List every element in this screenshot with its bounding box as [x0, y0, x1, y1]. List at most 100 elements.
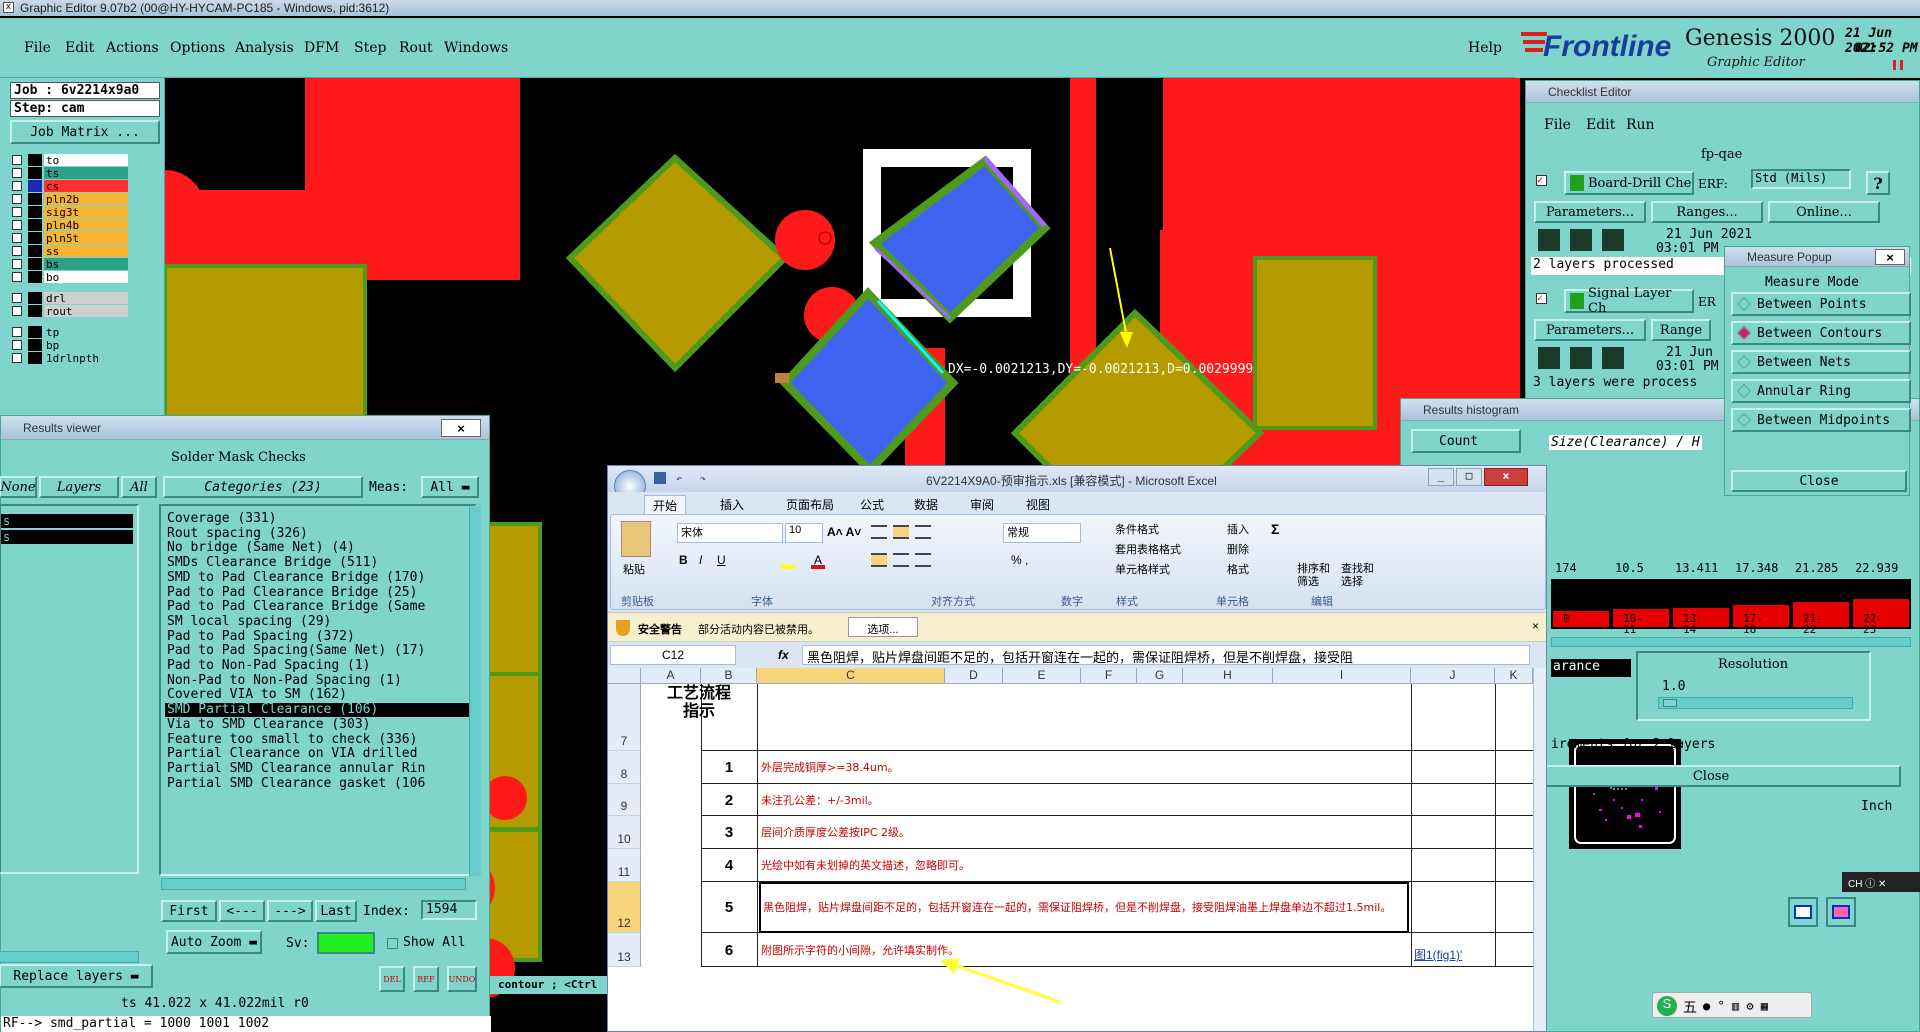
- category-item[interactable]: Covered VIA to SM (162): [165, 688, 475, 702]
- menu-file[interactable]: File: [24, 40, 51, 56]
- layer-row[interactable]: 1drlnpth: [12, 352, 128, 365]
- layer-checkbox[interactable]: [12, 181, 22, 191]
- row2-ranges[interactable]: Range: [1651, 319, 1711, 341]
- category-item[interactable]: Coverage (331): [165, 512, 475, 526]
- layer-row[interactable]: pln2b: [12, 193, 128, 206]
- name-box[interactable]: C12: [610, 645, 736, 665]
- checklist-menu-edit[interactable]: Edit: [1586, 117, 1615, 133]
- italic-button[interactable]: I: [699, 553, 702, 567]
- category-item[interactable]: SM local spacing (29): [165, 614, 475, 629]
- ribbon-tab[interactable]: 页面布局: [778, 495, 842, 514]
- row2-checkbox[interactable]: ✓: [1536, 293, 1547, 304]
- measure-mode-option[interactable]: Annular Ring: [1731, 379, 1911, 403]
- layer-row[interactable]: cs: [12, 180, 128, 193]
- replace-layers-button[interactable]: Replace layers ▬: [0, 964, 153, 988]
- layer-checkbox[interactable]: [12, 306, 22, 316]
- minimap[interactable]: [1569, 739, 1681, 849]
- layer-checkbox[interactable]: [12, 293, 22, 303]
- paste-icon[interactable]: [621, 521, 651, 557]
- cell-number[interactable]: 1: [701, 751, 757, 784]
- layer-active-indicator[interactable]: [28, 154, 42, 166]
- align-icons[interactable]: [871, 525, 981, 575]
- row-header[interactable]: 12: [608, 882, 641, 933]
- req-icons[interactable]: [1788, 897, 1868, 931]
- underline-button[interactable]: U: [717, 553, 726, 567]
- layer-name[interactable]: bp: [44, 339, 128, 352]
- layer-active-indicator[interactable]: [28, 352, 42, 364]
- category-item[interactable]: Non-Pad to Non-Pad Spacing (1): [165, 673, 475, 688]
- measure-mode-option[interactable]: Between Points: [1731, 292, 1911, 316]
- layer-name[interactable]: ss: [44, 245, 128, 258]
- layer-name[interactable]: pln4b: [44, 219, 128, 232]
- menu-edit[interactable]: Edit: [65, 40, 94, 56]
- layer-row[interactable]: ss: [12, 245, 128, 258]
- measure-mode-option[interactable]: Between Midpoints: [1731, 408, 1911, 432]
- layer-checkbox[interactable]: [12, 327, 22, 337]
- layers-button[interactable]: Layers: [39, 476, 119, 498]
- undo-button[interactable]: UNDO: [447, 966, 477, 992]
- row2-run-icons[interactable]: [1536, 345, 1632, 371]
- categories-button[interactable]: Categories (23): [163, 476, 363, 498]
- layer-name[interactable]: pln2b: [44, 193, 128, 206]
- cell-text[interactable]: 层间介质厚度公差按IPC 2级。: [759, 816, 1409, 849]
- prev-button[interactable]: <---: [219, 900, 265, 922]
- job-matrix-button[interactable]: Job Matrix ...: [10, 120, 160, 144]
- category-item[interactable]: Partial Clearance on VIA drilled: [165, 747, 475, 761]
- menu-analysis[interactable]: Analysis: [235, 40, 294, 56]
- cell-text[interactable]: [759, 684, 1409, 751]
- none-button[interactable]: None: [0, 476, 37, 498]
- category-item[interactable]: SMDs Clearance Bridge (511): [165, 556, 475, 570]
- row1-checkbox[interactable]: ✓: [1536, 175, 1547, 186]
- row-header[interactable]: 8: [608, 751, 641, 784]
- resolution-slider[interactable]: [1658, 697, 1853, 709]
- auto-zoom-button[interactable]: Auto Zoom ▬: [166, 930, 262, 954]
- layer-row[interactable]: tp: [12, 326, 128, 339]
- checklist-menu-file[interactable]: File: [1544, 117, 1571, 133]
- hist-scrollbar[interactable]: [1551, 637, 1911, 647]
- find-select-button[interactable]: 查找和选择: [1341, 563, 1381, 589]
- font-name-select[interactable]: 宋体: [677, 523, 783, 543]
- category-item[interactable]: No bridge (Same Net) (4): [165, 541, 475, 555]
- layer-active-indicator[interactable]: [28, 206, 42, 218]
- row-header[interactable]: 9: [608, 784, 641, 816]
- layer-name[interactable]: to: [44, 154, 128, 167]
- column-header[interactable]: E: [1003, 668, 1081, 684]
- menu-help[interactable]: Help: [1468, 40, 1502, 56]
- fill-color-icon[interactable]: [781, 553, 795, 569]
- cat-hscrollbar[interactable]: [161, 878, 466, 890]
- checklist-menu-run[interactable]: Run: [1626, 117, 1655, 133]
- category-item[interactable]: Partial SMD Clearance annular Rin: [165, 761, 475, 776]
- bold-button[interactable]: B: [679, 553, 688, 567]
- cell-item-2[interactable]: 格式: [1209, 561, 1249, 577]
- cell-number[interactable]: 3: [701, 816, 757, 849]
- cell-number[interactable]: 6: [701, 933, 757, 967]
- layer-row[interactable]: drl: [12, 292, 128, 305]
- cell-text[interactable]: 光绘中如有未划掉的英文描述，忽略即可。: [759, 849, 1409, 882]
- layer-active-indicator[interactable]: [28, 245, 42, 257]
- first-button[interactable]: First: [161, 900, 217, 922]
- layer-checkbox[interactable]: [12, 272, 22, 282]
- category-item[interactable]: SMD to Pad Clearance Bridge (170): [165, 570, 475, 585]
- layer-checkbox[interactable]: [12, 259, 22, 269]
- style-item-0[interactable]: 条件格式: [1099, 521, 1159, 537]
- formula-input[interactable]: 黑色阻焊，贴片焊盘间距不足的，包括开窗连在一起的，需保证阻焊桥，但是不削焊盘，接…: [802, 645, 1530, 665]
- hist-close-button[interactable]: Close: [1521, 765, 1901, 787]
- security-close-icon[interactable]: ×: [1532, 619, 1539, 633]
- index-input[interactable]: 1594: [421, 900, 477, 920]
- category-item[interactable]: Pad to Pad Clearance Bridge (25): [165, 585, 475, 600]
- sv-color-select[interactable]: [317, 932, 375, 954]
- category-item[interactable]: Rout spacing (326): [165, 526, 475, 541]
- sum-icon[interactable]: Σ: [1271, 521, 1279, 537]
- cell-text[interactable]: 外层完成铜厚>=38.4um。: [759, 751, 1409, 784]
- column-header[interactable]: C: [757, 668, 945, 684]
- layer-checkbox[interactable]: [12, 246, 22, 256]
- layer-active-indicator[interactable]: [28, 326, 42, 338]
- next-button[interactable]: --->: [267, 900, 313, 922]
- row1-run-icons[interactable]: [1536, 227, 1632, 253]
- quick-access-icons[interactable]: ↶ ↷: [654, 472, 764, 486]
- menu-actions[interactable]: Actions: [106, 40, 159, 56]
- cell-number[interactable]: 5: [701, 882, 757, 933]
- category-item[interactable]: Feature too small to check (336): [165, 732, 475, 747]
- column-header[interactable]: G: [1137, 668, 1183, 684]
- layer-checkbox[interactable]: [12, 194, 22, 204]
